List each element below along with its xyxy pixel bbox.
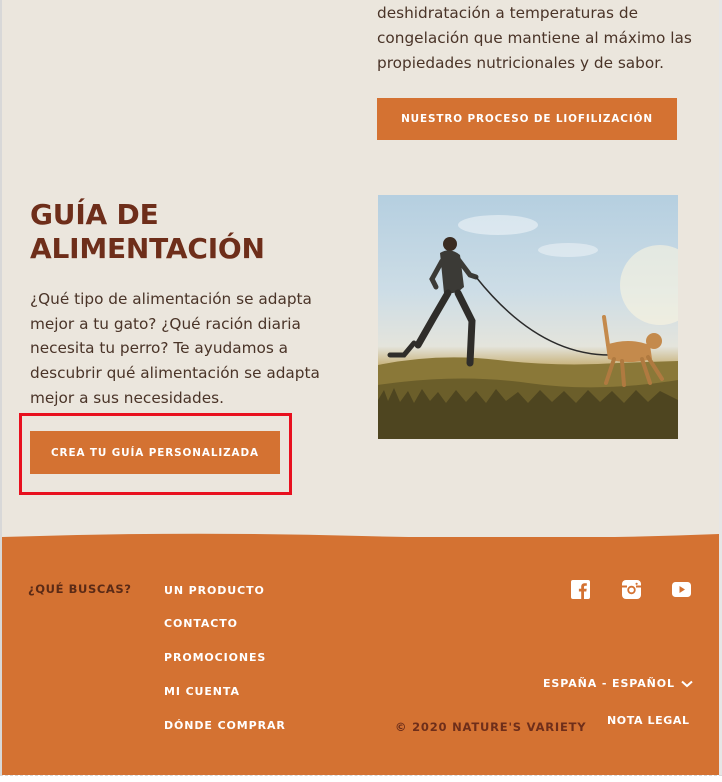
highlight-box <box>19 413 292 495</box>
liofilizacion-button[interactable]: NUESTRO PROCESO DE LIOFILIZACIÓN <box>377 98 677 140</box>
copyright: © 2020 NATURE'S VARIETY <box>395 720 587 734</box>
guia-title-line-1: GUÍA DE <box>30 198 159 231</box>
youtube-icon[interactable] <box>672 582 691 597</box>
runner-dog-illustration <box>378 215 678 439</box>
liofilizacion-line-3: propiedades nutricionales y de sabor. <box>377 54 664 72</box>
footer-link-donde-comprar[interactable]: DÓNDE COMPRAR <box>164 719 286 732</box>
liofilizacion-line-1: deshidratación a temperaturas de <box>377 4 638 22</box>
language-selector[interactable]: ESPAÑA - ESPAÑOL <box>543 677 693 690</box>
instagram-icon[interactable] <box>622 580 641 599</box>
footer-link-producto[interactable]: UN PRODUCTO <box>164 584 265 597</box>
footer-link-contacto[interactable]: CONTACTO <box>164 617 238 630</box>
page: deshidratación a temperaturas de congela… <box>2 0 719 775</box>
runner-dog-photo <box>378 195 678 439</box>
liofilizacion-line-2: congelación que mantiene al máximo las <box>377 29 692 47</box>
chevron-down-icon <box>681 680 693 687</box>
facebook-icon[interactable] <box>571 580 590 599</box>
liofilizacion-text: deshidratación a temperaturas de congela… <box>377 1 697 76</box>
guia-title-line-2: ALIMENTACIÓN <box>30 232 265 265</box>
guia-description: ¿Qué tipo de alimentación se adapta mejo… <box>30 290 320 407</box>
footer-link-mi-cuenta[interactable]: MI CUENTA <box>164 685 240 698</box>
language-label: ESPAÑA - ESPAÑOL <box>543 677 675 690</box>
footer <box>2 537 719 775</box>
guia-title: GUÍA DE ALIMENTACIÓN <box>30 198 330 266</box>
footer-link-promociones[interactable]: PROMOCIONES <box>164 651 266 664</box>
footer-label: ¿QUÉ BUSCAS? <box>28 582 132 596</box>
legal-link[interactable]: NOTA LEGAL <box>607 714 690 727</box>
